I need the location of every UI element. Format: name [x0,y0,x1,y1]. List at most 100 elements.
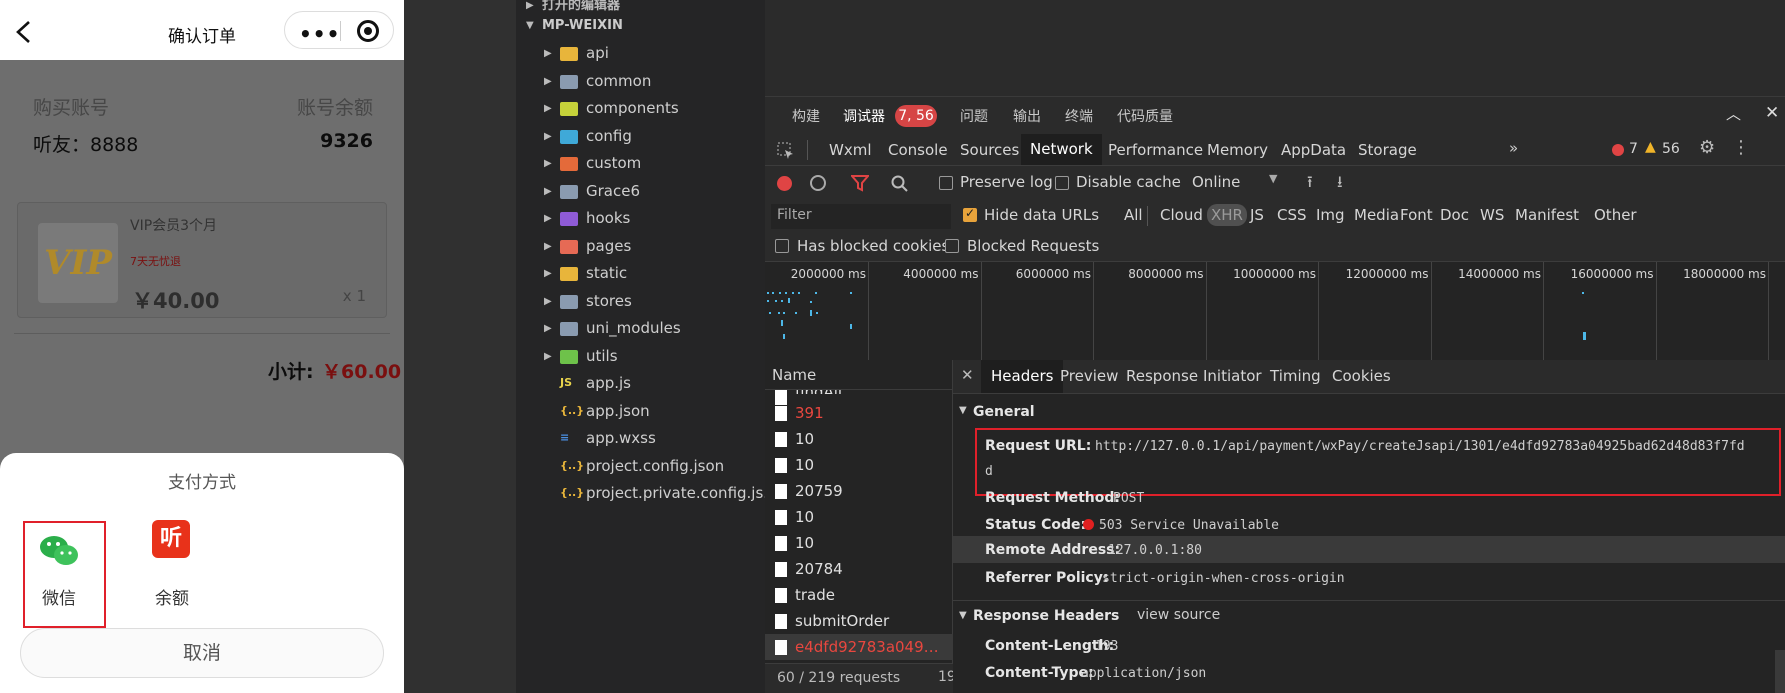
scroll-thumb[interactable] [1775,650,1785,693]
request-row[interactable]: e4dfd92783a04925b... [765,634,953,660]
inspect-element-icon[interactable] [777,142,795,160]
view-source-link[interactable]: view source [1137,607,1220,623]
tree-item-config[interactable]: ▶ config [516,123,765,150]
detail-tab-timing[interactable]: Timing [1270,367,1321,385]
chevron-right-icon[interactable]: ▶ [544,343,552,370]
request-row[interactable]: 20759 [765,478,953,504]
tab-debugger[interactable]: 调试器 [843,106,885,126]
hide-data-urls-checkbox[interactable] [963,206,977,222]
detail-tab-cookies[interactable]: Cookies [1332,367,1391,385]
filter-img[interactable]: Img [1316,206,1345,224]
tree-item-project-config-json[interactable]: {..} project.config.json [516,453,765,480]
filter-manifest[interactable]: Manifest [1515,206,1579,224]
filter-icon[interactable] [851,175,869,192]
filter-js[interactable]: JS [1250,206,1264,224]
settings-gear-icon[interactable]: ⚙ [1699,137,1715,158]
request-row[interactable]: 10 [765,530,953,556]
blocked-requests-checkbox[interactable] [945,239,959,253]
tree-item-common[interactable]: ▶ common [516,68,765,95]
tree-item-static[interactable]: ▶ static [516,260,765,287]
request-row[interactable]: submitOrder [765,608,953,634]
has-blocked-cookies-checkbox[interactable] [775,239,789,253]
chevron-right-icon[interactable]: ▶ [544,315,552,342]
close-detail-icon[interactable]: ✕ [961,366,974,384]
filter-other[interactable]: Other [1594,206,1637,224]
request-row[interactable]: 20784 [765,556,953,582]
chevron-right-icon[interactable]: ▶ [544,123,552,150]
request-row[interactable]: 10 [765,426,953,452]
tab-appdata[interactable]: AppData [1281,141,1346,159]
search-icon[interactable] [891,175,909,193]
tab-terminal[interactable]: 终端 [1065,106,1093,126]
filter-media[interactable]: Media [1354,206,1399,224]
tree-item-project-private-config-js-[interactable]: {..} project.private.config.js... [516,480,778,507]
detail-tab-headers[interactable]: Headers [981,360,1064,393]
tree-item-api[interactable]: ▶ api [516,40,765,67]
tree-item-hooks[interactable]: ▶ hooks [516,205,765,232]
tab-output[interactable]: 输出 [1013,106,1041,126]
tab-code-quality[interactable]: 代码质量 [1117,106,1173,126]
request-row[interactable]: trade [765,582,953,608]
more-dots-icon[interactable]: ••• [299,22,340,46]
chevron-right-icon[interactable]: ▶ [544,178,552,205]
filter-doc[interactable]: Doc [1440,206,1469,224]
chevron-right-icon[interactable]: ▶ [544,205,552,232]
detail-tab-response[interactable]: Response [1126,367,1198,385]
close-icon[interactable]: ✕ [1765,103,1779,123]
filter-input[interactable]: Filter [771,204,951,229]
name-column-header[interactable]: Name [765,360,953,390]
tab-problems[interactable]: 问题 [960,106,988,126]
chevron-right-icon[interactable]: ▶ [544,233,552,260]
tree-item-app-json[interactable]: {..} app.json [516,398,765,425]
collapse-icon[interactable]: ︿ [1726,103,1741,124]
tree-item-app-wxss[interactable]: ≡ app.wxss [516,425,765,452]
filter-css[interactable]: CSS [1277,206,1307,224]
record-icon[interactable] [777,176,792,191]
detail-tab-preview[interactable]: Preview [1060,367,1118,385]
tree-item-stores[interactable]: ▶ stores [516,288,765,315]
tree-item-app-js[interactable]: JS app.js [516,370,765,397]
filter-xhr[interactable]: XHR [1207,204,1247,226]
filter-all[interactable]: All [1124,206,1143,224]
capsule-menu[interactable]: ••• [284,11,394,49]
download-icon[interactable]: ⭳ [1337,171,1343,198]
disable-cache-checkbox[interactable] [1055,176,1069,190]
tree-item-utils[interactable]: ▶ utils [516,343,765,370]
tab-wxml[interactable]: Wxml [829,141,872,159]
chevron-down-icon[interactable]: ▼ [959,610,967,621]
cancel-button[interactable]: 取消 [20,628,384,678]
tree-item-components[interactable]: ▶ components [516,95,765,122]
tab-build[interactable]: 构建 [792,106,820,126]
filter-cloud[interactable]: Cloud [1160,206,1203,224]
chevron-right-icon[interactable]: ▶ [544,95,552,122]
tree-item-custom[interactable]: ▶ custom [516,150,765,177]
tree-item-pages[interactable]: ▶ pages [516,233,765,260]
pay-option-balance[interactable]: 听 余额 [130,518,214,626]
filter-font[interactable]: Font [1400,206,1433,224]
request-row[interactable]: 391 [765,400,953,426]
upload-icon[interactable]: ⭱ [1307,171,1313,198]
request-row[interactable]: 10 [765,452,953,478]
tab-sources[interactable]: Sources [960,141,1019,159]
request-row[interactable]: 10 [765,504,953,530]
clear-icon[interactable] [810,175,826,191]
general-section-title[interactable]: General [973,404,1035,420]
chevron-right-icon[interactable]: ▶ [544,260,552,287]
filter-ws[interactable]: WS [1480,206,1504,224]
tab-memory[interactable]: Memory [1207,141,1268,159]
chevron-right-icon[interactable]: ▶ [544,288,552,315]
chevron-right-icon[interactable]: ▶ [544,150,552,177]
more-tabs-icon[interactable]: » [1509,139,1518,157]
tab-storage[interactable]: Storage [1358,141,1417,159]
throttle-select[interactable]: Online [1192,173,1240,191]
tab-console[interactable]: Console [888,141,948,159]
tab-network[interactable]: Network [1021,134,1102,165]
tree-item-uni-modules[interactable]: ▶ uni_modules [516,315,765,342]
kebab-menu-icon[interactable]: ⋮ [1732,137,1750,158]
tree-item-grace6[interactable]: ▶ Grace6 [516,178,765,205]
chevron-right-icon[interactable]: ▶ [544,40,552,67]
detail-tab-initiator[interactable]: Initiator [1203,367,1262,385]
chevron-right-icon[interactable]: ▶ [544,68,552,95]
response-headers-title[interactable]: Response Headers [973,608,1119,624]
close-circle-icon[interactable] [357,20,379,42]
